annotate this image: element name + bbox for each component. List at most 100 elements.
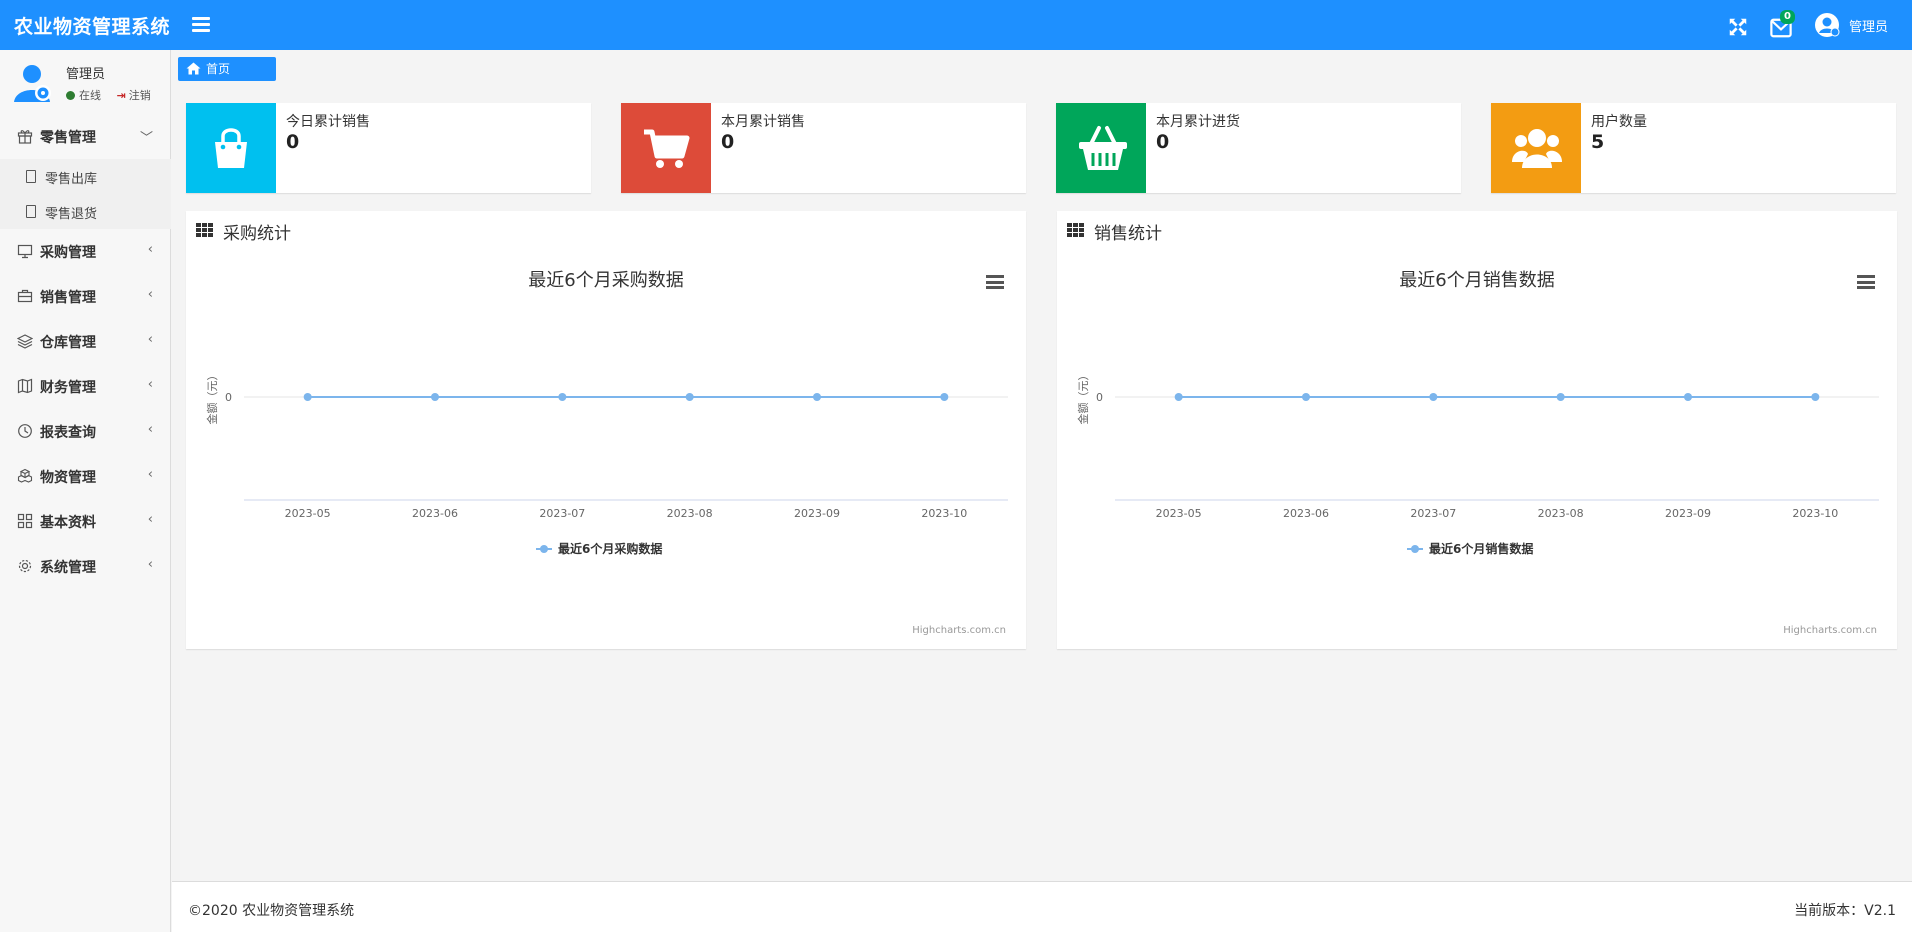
- sidebar-item-retail[interactable]: 零售管理 ﹀: [0, 114, 171, 159]
- x-tick-label: 2023-08: [1538, 507, 1584, 520]
- app-title[interactable]: 农业物资管理系统: [14, 12, 170, 39]
- info-box-label: 本月累计销售: [721, 114, 805, 130]
- data-point: [1302, 393, 1310, 401]
- sidebar-item-label: 系统管理: [40, 560, 96, 576]
- data-point: [1556, 393, 1565, 401]
- info-box-value: 0: [721, 131, 735, 153]
- top-user-name[interactable]: 管理员: [1849, 16, 1888, 35]
- breadcrumb: 首页: [172, 50, 1912, 88]
- purchase-chart: 金额（元） 0 2023-05 2023-06 2023-07 2023-08 2023-0…: [205, 370, 1008, 556]
- map-icon: [17, 378, 33, 394]
- cart-icon: [644, 129, 690, 168]
- footer: ©2020 农业物资管理系统 当前版本：V2.1: [172, 881, 1912, 932]
- y-axis-label: 金额（元）: [205, 370, 219, 425]
- online-dot-icon: [66, 91, 75, 100]
- chevron-left-icon: ‹: [147, 242, 153, 257]
- legend-label: 最近6个月采购数据: [558, 541, 662, 556]
- user-status: 在线 ⇥ 注销: [66, 87, 151, 103]
- info-box-today-sales: 今日累计销售 0: [186, 103, 591, 193]
- data-point: [940, 393, 949, 401]
- sidebar-subitem-label: 零售退货: [45, 207, 98, 222]
- gift-icon: [17, 130, 33, 144]
- file-icon: [26, 170, 36, 183]
- chevron-left-icon: ‹: [147, 287, 153, 302]
- legend-marker: [540, 545, 548, 553]
- sidebar-item-purchase[interactable]: 采购管理 ‹: [0, 229, 171, 274]
- sidebar: 管理员 在线 ⇥ 注销 零售管理 ﹀ 零售出库 零售退货 采购管理 ‹ 销售管理 …: [0, 50, 171, 932]
- top-navbar: 农业物资管理系统 0 管理员: [0, 0, 1912, 50]
- chevron-left-icon: ‹: [147, 332, 153, 347]
- data-point: [303, 393, 312, 401]
- info-box-user-count: 用户数量 5: [1491, 103, 1896, 193]
- user-avatar-icon[interactable]: [1814, 12, 1840, 38]
- data-point: [1811, 393, 1820, 401]
- sidebar-item-label: 采购管理: [40, 245, 96, 261]
- x-tick-label: 2023-10: [1792, 507, 1838, 520]
- main-content: 首页 今日累计销售 0 本月累计销售 0 本月累计进货 0 用户数量 5 采购统…: [172, 50, 1912, 881]
- data-point: [1684, 393, 1692, 401]
- sidebar-nav: 零售管理 ﹀ 零售出库 零售退货 采购管理 ‹ 销售管理 ‹ 仓库管理 ‹ 财务…: [0, 114, 171, 589]
- chevron-left-icon: ‹: [147, 557, 153, 572]
- info-box-icon-bg: [186, 103, 276, 193]
- info-box-label: 本月累计进货: [1156, 114, 1240, 130]
- info-box-label: 用户数量: [1591, 114, 1647, 130]
- avatar: [14, 65, 51, 102]
- info-box-value: 0: [1156, 131, 1170, 153]
- sales-stats-panel: 销售统计 最近6个月销售数据 金额（元） 0 2023-05 2023-06 2023-…: [1057, 211, 1897, 649]
- sidebar-subitem-retail-out[interactable]: 零售出库: [0, 159, 171, 194]
- chevron-left-icon: ‹: [147, 467, 153, 482]
- data-point: [431, 393, 439, 401]
- menu-icon[interactable]: [192, 15, 210, 35]
- logout-label: 注销: [128, 89, 151, 102]
- sidebar-item-finance[interactable]: 财务管理 ‹: [0, 364, 171, 409]
- sidebar-item-sales[interactable]: 销售管理 ‹: [0, 274, 171, 319]
- sidebar-item-basic-data[interactable]: 基本资料 ‹: [0, 499, 171, 544]
- sidebar-item-warehouse[interactable]: 仓库管理 ‹: [0, 319, 171, 364]
- basket-icon: [1079, 126, 1127, 170]
- x-tick-label: 2023-10: [921, 507, 967, 520]
- chart-credits[interactable]: Highcharts.com.cn: [912, 625, 1006, 636]
- sidebar-item-label: 物资管理: [40, 470, 96, 486]
- sidebar-item-materials[interactable]: 物资管理 ‹: [0, 454, 171, 499]
- sidebar-item-reports[interactable]: 报表查询 ‹: [0, 409, 171, 454]
- layers-icon: [17, 334, 33, 349]
- info-box-label: 今日累计销售: [286, 114, 370, 130]
- sidebar-item-system[interactable]: 系统管理 ‹: [0, 544, 171, 589]
- y-axis-label: 金额（元）: [1076, 370, 1090, 425]
- sidebar-item-label: 财务管理: [40, 380, 96, 396]
- file-icon: [26, 205, 36, 218]
- legend-marker: [1411, 545, 1419, 553]
- info-box-value: 5: [1591, 131, 1605, 153]
- x-tick-label: 2023-09: [1665, 507, 1711, 520]
- x-tick-label: 2023-06: [1283, 507, 1329, 520]
- online-status: 在线: [79, 89, 101, 102]
- x-tick-label: 2023-08: [667, 507, 713, 520]
- users-icon: [1512, 129, 1562, 168]
- chart-credits[interactable]: Highcharts.com.cn: [1783, 625, 1877, 636]
- gear-icon: [18, 559, 32, 573]
- info-box-icon-bg: [621, 103, 711, 193]
- logout-link[interactable]: ⇥ 注销: [117, 89, 151, 102]
- x-tick-label: 2023-06: [412, 507, 458, 520]
- mail-badge: 0: [1780, 10, 1795, 24]
- x-tick-label: 2023-05: [1156, 507, 1202, 520]
- sidebar-item-label: 仓库管理: [40, 335, 96, 351]
- fullscreen-icon[interactable]: [1727, 16, 1749, 38]
- chevron-left-icon: ‹: [147, 422, 153, 437]
- purchase-stats-panel: 采购统计 最近6个月采购数据 金额（元） 0 2023-05 2023-06 2023-…: [186, 211, 1026, 649]
- sidebar-subitem-retail-return[interactable]: 零售退货: [0, 194, 171, 229]
- info-box-icon-bg: [1491, 103, 1581, 193]
- legend-label: 最近6个月销售数据: [1429, 541, 1533, 556]
- info-box-month-purchase: 本月累计进货 0: [1056, 103, 1461, 193]
- y-tick-label: 0: [1096, 391, 1103, 404]
- logout-icon: ⇥: [116, 89, 126, 102]
- info-box-month-sales: 本月累计销售 0: [621, 103, 1026, 193]
- breadcrumb-home[interactable]: 首页: [178, 57, 276, 81]
- history-icon: [18, 424, 32, 438]
- home-icon: [186, 62, 201, 75]
- user-panel: 管理员 在线 ⇥ 注销: [0, 50, 171, 114]
- briefcase-icon: [17, 289, 33, 303]
- info-box-icon-bg: [1056, 103, 1146, 193]
- data-point: [685, 393, 694, 401]
- cubes-icon: [17, 468, 33, 483]
